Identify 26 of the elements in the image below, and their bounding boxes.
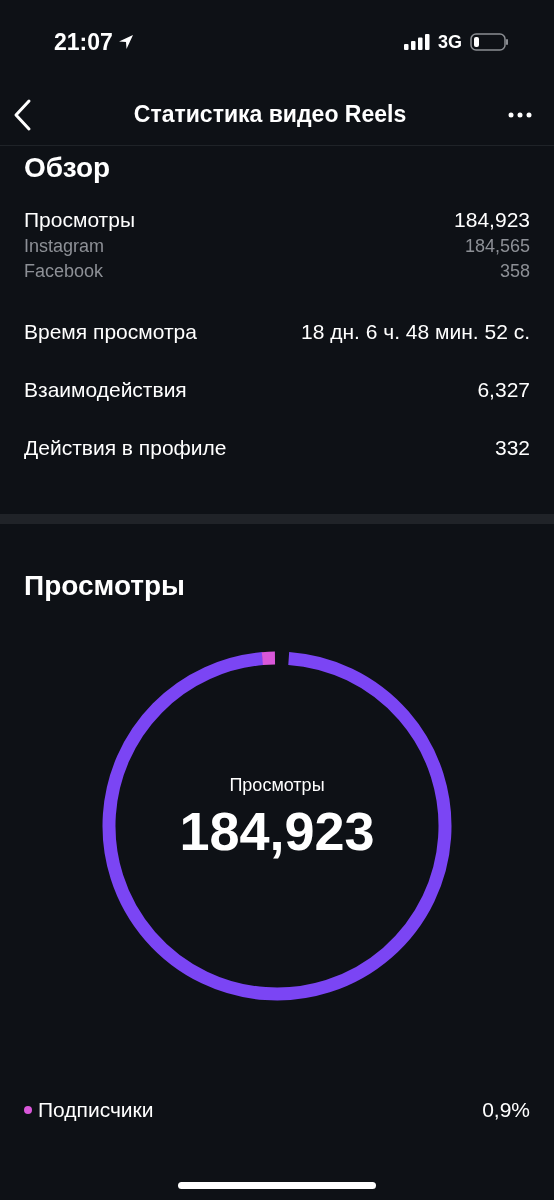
metric-label: Взаимодействия bbox=[24, 378, 187, 402]
signal-icon bbox=[404, 33, 432, 51]
donut-center-value: 184,923 bbox=[179, 799, 375, 862]
section-heading: Просмотры bbox=[24, 569, 186, 602]
section-heading: Обзор bbox=[24, 151, 112, 185]
metric-value: 184,923 bbox=[454, 208, 530, 232]
metric-value: 332 bbox=[494, 436, 530, 460]
page-title: Статистика видео Reels bbox=[133, 101, 407, 128]
network-label: 3G bbox=[438, 31, 462, 53]
source-value: 358 bbox=[499, 261, 530, 282]
source-label: Facebook bbox=[24, 261, 104, 282]
legend-value: 0,9% bbox=[482, 1098, 530, 1122]
donut-center-label: Просмотры bbox=[229, 774, 325, 796]
status-time: 21:07 bbox=[54, 28, 113, 56]
source-label: Instagram bbox=[24, 236, 105, 257]
metric-label: Просмотры bbox=[24, 208, 135, 232]
metric-label: Время просмотра bbox=[24, 320, 197, 344]
location-arrow-icon bbox=[116, 33, 135, 51]
legend-label: Подписчики bbox=[38, 1098, 154, 1122]
more-options-button[interactable] bbox=[508, 111, 532, 118]
metric-value: 18 дн. 6 ч. 48 мин. 52 с. bbox=[301, 320, 530, 344]
metric-label: Действия в профиле bbox=[24, 436, 227, 460]
battery-icon bbox=[470, 32, 510, 52]
source-value: 184,565 bbox=[464, 236, 530, 257]
back-button[interactable] bbox=[12, 97, 32, 132]
metric-value: 6,327 bbox=[477, 378, 530, 402]
